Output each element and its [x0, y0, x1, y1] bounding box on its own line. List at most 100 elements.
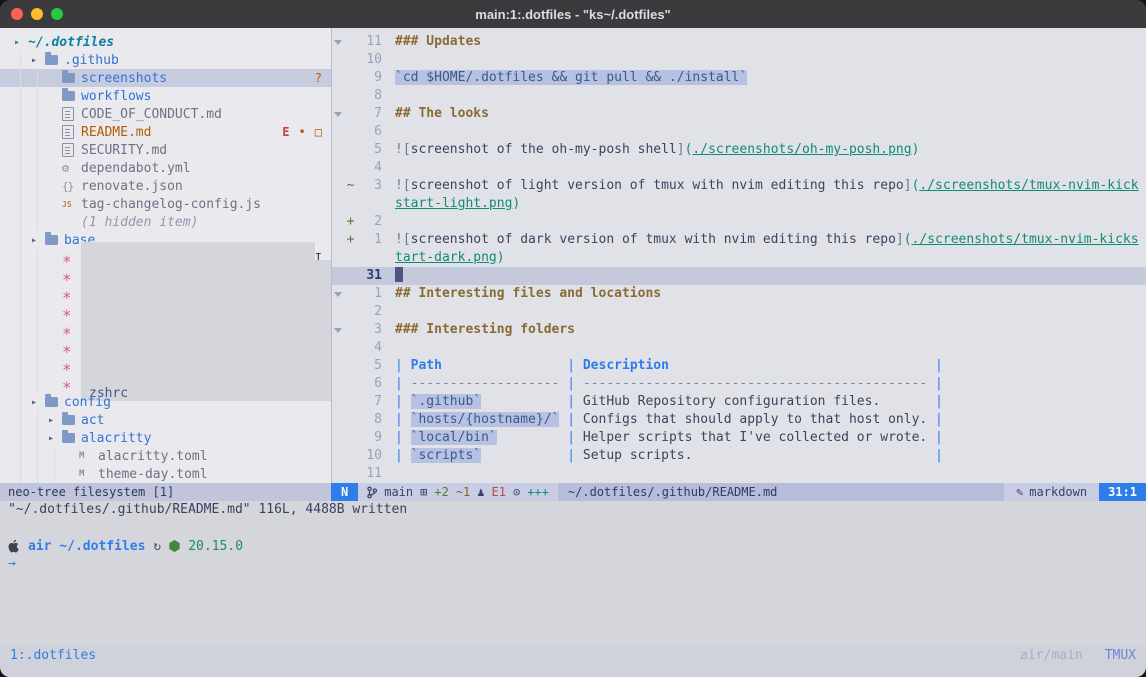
diagnostics-icon: ♟ — [477, 483, 484, 501]
tree-item-dependabot-yml[interactable]: dependabot.yml — [0, 159, 331, 177]
editor-line[interactable]: ~3![screenshot of light version of tmux … — [332, 177, 1146, 213]
line-text: ![screenshot of light version of tmux wi… — [395, 177, 1146, 213]
tmux-statusbar: 1:.dotfiles air/main TMUX — [0, 645, 1146, 665]
tree-item-label: tag-changelog-config.js — [81, 197, 261, 212]
expand-arrow-icon[interactable]: ▸ — [14, 37, 28, 48]
text-segment: | — [927, 376, 943, 391]
text-segment: | — [927, 448, 943, 463]
sync-icon: ↻ — [153, 539, 161, 554]
editor-line[interactable]: 6| ------------------- | ---------------… — [332, 375, 1146, 393]
indent-guide — [14, 69, 48, 87]
line-number: 11 — [356, 33, 382, 51]
prompt-char[interactable]: → — [8, 555, 1138, 573]
sign-column — [345, 411, 356, 429]
editor-line[interactable]: 4 — [332, 159, 1146, 177]
editor-line[interactable]: +1![screenshot of dark version of tmux w… — [332, 231, 1146, 267]
editor-line[interactable]: +2 — [332, 213, 1146, 231]
editor-line[interactable]: 9| `local/bin` | Helper scripts that I'v… — [332, 429, 1146, 447]
fold-column — [332, 141, 345, 159]
doc-icon — [62, 125, 81, 139]
tree-item-badges: ? — [315, 71, 331, 85]
tree-item-1-hidden-item[interactable]: (1 hidden item) — [0, 213, 331, 231]
indent-guide — [14, 159, 48, 177]
tree-item-alacritty-toml[interactable]: alacritty.toml — [0, 447, 331, 465]
tree-item-readme-md[interactable]: README.mdE•□ — [0, 123, 331, 141]
editor-line[interactable]: 6 — [332, 123, 1146, 141]
tree-item-alacritty[interactable]: ▸alacritty — [0, 429, 331, 447]
editor-line[interactable]: 11### Updates — [332, 33, 1146, 51]
cmdline-message: "~/.dotfiles/.github/README.md" 116L, 44… — [0, 501, 1146, 519]
fold-arrow-icon[interactable] — [332, 285, 345, 303]
tree-item-code-of-conduct-md[interactable]: CODE_OF_CONDUCT.md — [0, 105, 331, 123]
editor-line[interactable]: 4 — [332, 339, 1146, 357]
node-icon — [169, 540, 180, 552]
tree-item-security-md[interactable]: SECURITY.md — [0, 141, 331, 159]
expand-arrow-icon[interactable]: ▸ — [31, 397, 45, 408]
editor-line[interactable]: 2 — [332, 303, 1146, 321]
tmux-right-section: air/main TMUX — [1020, 648, 1136, 663]
expand-arrow-icon[interactable]: ▸ — [31, 55, 45, 66]
sign-column — [345, 393, 356, 411]
editor-line[interactable]: 11 — [332, 465, 1146, 483]
line-text — [395, 339, 1146, 357]
tree-item-label: alacritty.toml — [98, 449, 208, 464]
editor-line[interactable]: 9`cd $HOME/.dotfiles && git pull && ./in… — [332, 69, 1146, 87]
sign-column — [345, 105, 356, 123]
tree-item-tag-changelog-config-js[interactable]: tag-changelog-config.js — [0, 195, 331, 213]
editor-line[interactable]: 8| `hosts/{hostname}/` | Configs that sh… — [332, 411, 1146, 429]
editor-line[interactable]: 8 — [332, 87, 1146, 105]
editor-line[interactable]: 5| Path | Description | — [332, 357, 1146, 375]
close-button[interactable] — [11, 8, 23, 20]
line-number: 9 — [356, 69, 382, 87]
editor-line[interactable]: 10| `scripts` | Setup scripts. | — [332, 447, 1146, 465]
tree-item-zshrc[interactable]: zshrc — [0, 375, 331, 393]
tmux-window-tab[interactable]: 1:.dotfiles — [10, 648, 96, 663]
tree-item-renovate-json[interactable]: renovate.json — [0, 177, 331, 195]
star-icon — [62, 303, 81, 322]
star-icon — [62, 321, 81, 340]
tree-item-dotfiles[interactable]: ▸~/.dotfiles — [0, 33, 331, 51]
text-segment — [442, 358, 559, 373]
editor-line[interactable]: 7## The looks — [332, 105, 1146, 123]
tree-item-theme-day-toml[interactable]: theme-day.toml — [0, 465, 331, 483]
expand-arrow-icon[interactable]: ▸ — [48, 433, 62, 444]
zoom-button[interactable] — [51, 8, 63, 20]
line-number: 10 — [356, 51, 382, 69]
indent-guide — [14, 213, 48, 231]
text-segment: GitHub Repository configuration files. — [583, 394, 880, 409]
tree-item-github[interactable]: ▸.github — [0, 51, 331, 69]
tree-item-act[interactable]: ▸act — [0, 411, 331, 429]
status-extra: +++ — [527, 483, 549, 501]
star-icon — [62, 357, 81, 376]
fold-arrow-icon[interactable] — [332, 33, 345, 51]
sign-column — [345, 429, 356, 447]
expand-arrow-icon[interactable]: ▸ — [31, 235, 45, 246]
editor-buffer[interactable]: 11### Updates109`cd $HOME/.dotfiles && g… — [331, 28, 1146, 483]
text-segment: | — [559, 448, 582, 463]
editor-line[interactable]: 5![screenshot of the oh-my-posh shell](.… — [332, 141, 1146, 159]
minimize-button[interactable] — [31, 8, 43, 20]
editor-line[interactable]: 31 — [332, 267, 1146, 285]
expand-arrow-icon[interactable]: ▸ — [48, 415, 62, 426]
fold-column — [332, 87, 345, 105]
editor-line[interactable]: 10 — [332, 51, 1146, 69]
line-number: 3 — [356, 177, 382, 213]
sign-column — [345, 123, 356, 141]
folder-icon — [62, 433, 81, 443]
folder-icon — [45, 235, 64, 245]
buffer-icon: ⊞ — [420, 483, 427, 501]
editor-line[interactable]: 7| `.github` | GitHub Repository configu… — [332, 393, 1146, 411]
sign-column — [345, 141, 356, 159]
line-text: ![screenshot of the oh-my-posh shell](./… — [395, 141, 1146, 159]
editor-line[interactable]: 3### Interesting folders — [332, 321, 1146, 339]
fold-arrow-icon[interactable] — [332, 105, 345, 123]
indent-guide — [14, 303, 48, 321]
editor-line[interactable]: 1## Interesting files and locations — [332, 285, 1146, 303]
shell-pane[interactable]: air ~/.dotfiles ↻ 20.15.0 → — [0, 519, 1146, 645]
cursor-position: 31:1 — [1099, 483, 1146, 501]
line-number: 11 — [356, 465, 382, 483]
line-number: 7 — [356, 105, 382, 123]
tree-item-screenshots[interactable]: screenshots? — [0, 69, 331, 87]
fold-arrow-icon[interactable] — [332, 321, 345, 339]
tree-item-workflows[interactable]: workflows — [0, 87, 331, 105]
